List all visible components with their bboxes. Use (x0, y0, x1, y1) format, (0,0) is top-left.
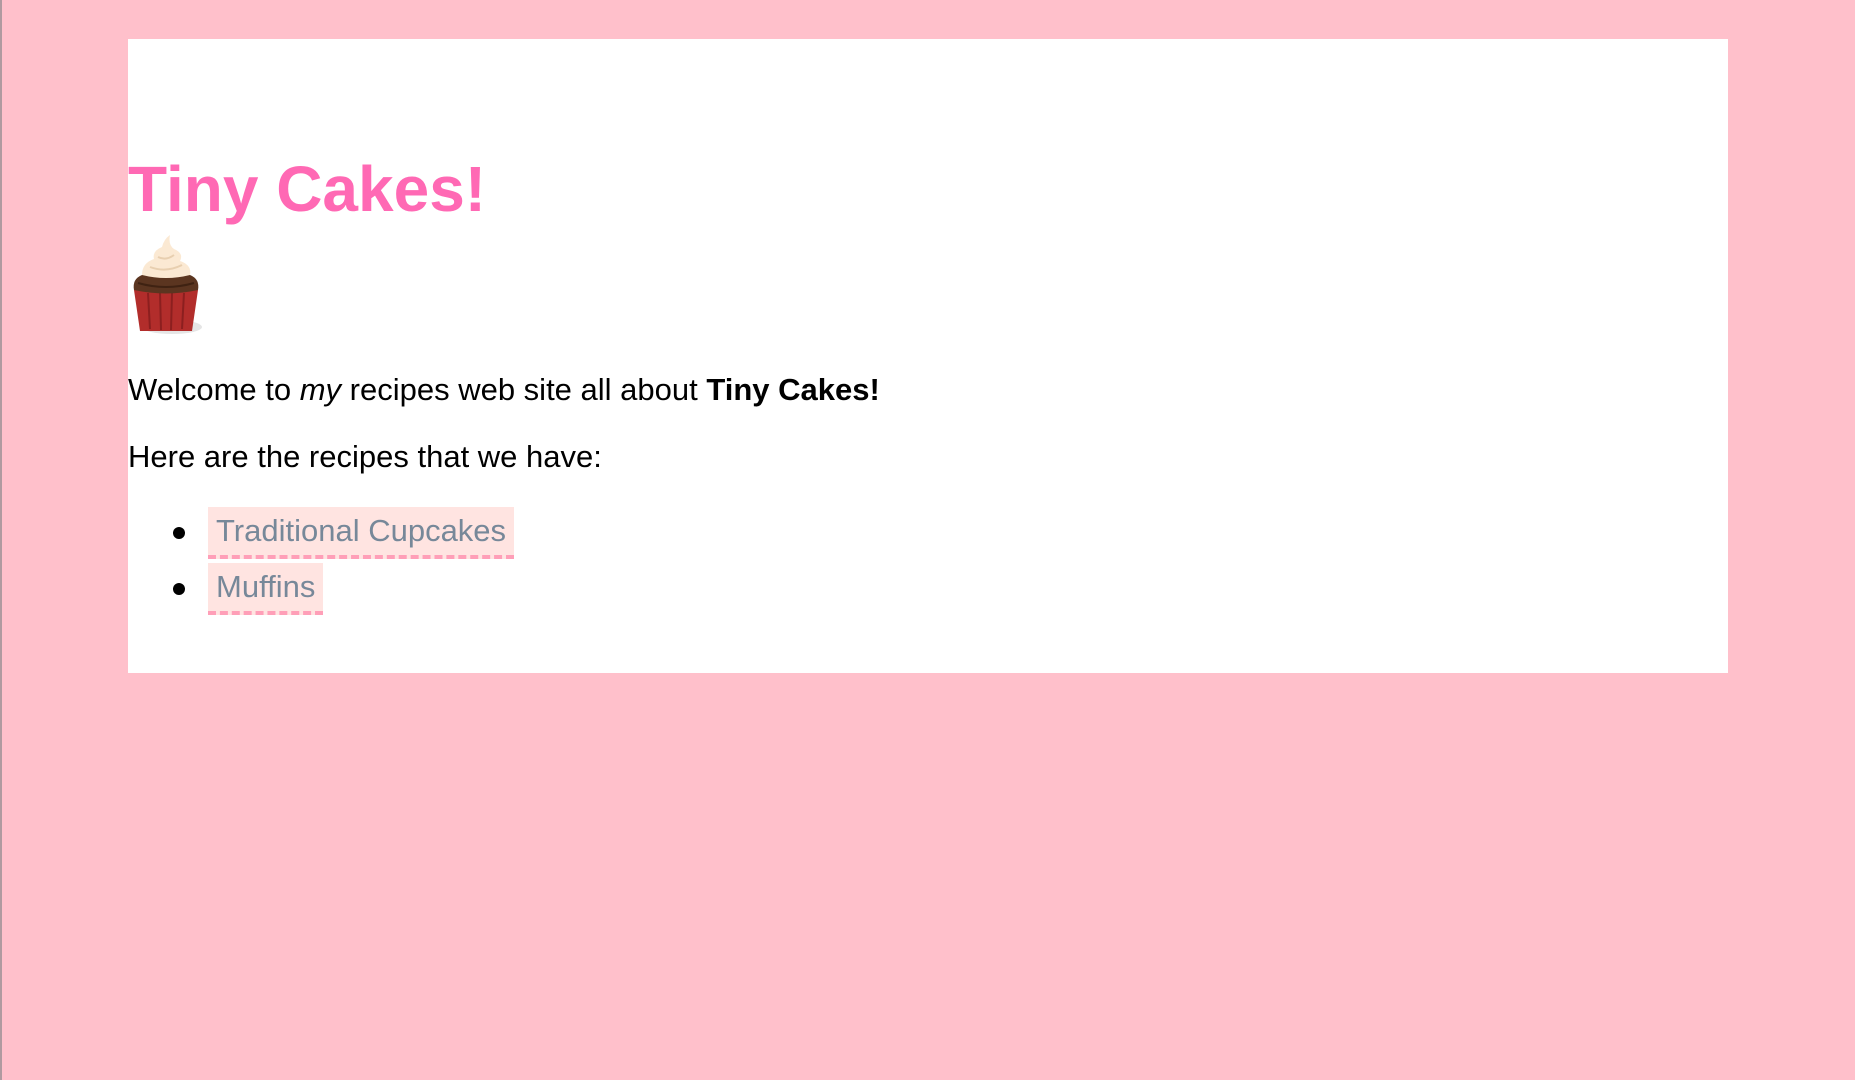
recipe-link-traditional-cupcakes[interactable]: Traditional Cupcakes (208, 507, 515, 559)
bullet-icon (173, 583, 185, 595)
content-card: Tiny Cakes! Welcome to my recipes web si… (128, 39, 1728, 673)
welcome-text-strong: Tiny Cakes! (706, 372, 880, 407)
welcome-text: Welcome to my recipes web site all about… (128, 374, 880, 405)
welcome-text-emphasis: my (299, 372, 342, 407)
cupcake-icon (128, 235, 204, 337)
welcome-text-middle: recipes web site all about (341, 372, 707, 407)
page-title: Tiny Cakes! (128, 153, 487, 225)
window-left-edge (0, 0, 2, 1080)
bullet-icon (173, 527, 185, 539)
recipe-link-muffins[interactable]: Muffins (208, 563, 324, 615)
recipes-intro-text: Here are the recipes that we have: (128, 439, 602, 474)
welcome-text-start: Welcome to (128, 372, 300, 407)
